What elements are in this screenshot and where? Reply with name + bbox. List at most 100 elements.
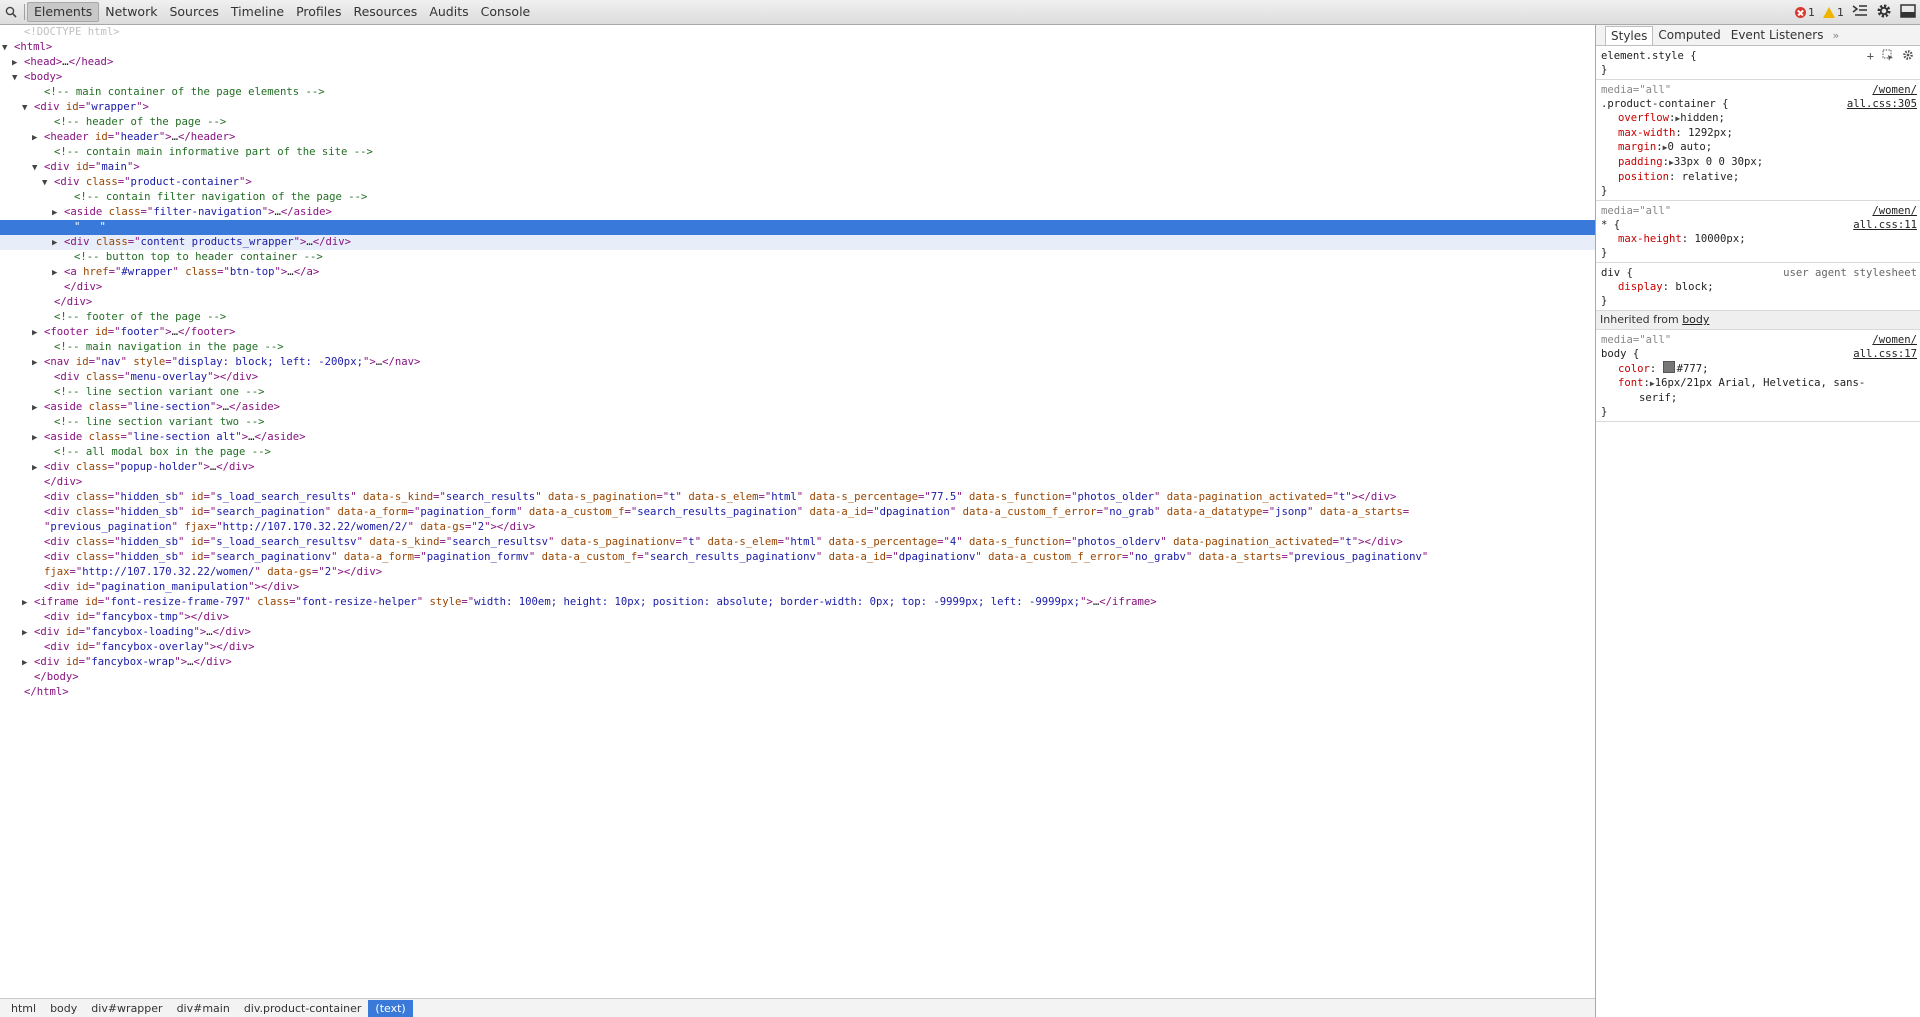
rule-source-file[interactable]: all.css:11 <box>1853 218 1917 232</box>
expand-arrow-icon[interactable]: ▶ <box>12 56 24 71</box>
dom-node[interactable]: </div> <box>0 295 1595 310</box>
collapse-arrow-icon[interactable]: ▼ <box>12 71 24 86</box>
tab-sources[interactable]: Sources <box>163 0 224 24</box>
search-icon[interactable] <box>0 0 22 24</box>
warning-counter[interactable]: 1 <box>1823 6 1844 19</box>
element-style-rule[interactable]: element.style { } + <box>1596 46 1920 80</box>
expand-arrow-icon[interactable]: ▶ <box>22 626 34 641</box>
tab-styles[interactable]: Styles <box>1605 25 1654 45</box>
css-rule[interactable]: media="all"/women/all.css:305 .product-co… <box>1596 80 1920 201</box>
dom-node[interactable]: <!-- header of the page --> <box>0 115 1595 130</box>
dom-node[interactable]: </div> <box>0 475 1595 490</box>
tab-profiles[interactable]: Profiles <box>290 0 347 24</box>
expand-arrow-icon[interactable]: ▶ <box>32 131 44 146</box>
collapse-arrow-icon[interactable]: ▼ <box>42 176 54 191</box>
dom-node[interactable]: <!-- footer of the page --> <box>0 310 1595 325</box>
dom-node[interactable]: ▶ <div id="fancybox-wrap">…</div> <box>0 655 1595 670</box>
expand-arrow-icon[interactable]: ▶ <box>32 356 44 371</box>
color-swatch[interactable] <box>1662 361 1675 373</box>
body-rule[interactable]: media="all" /women/ all.css:17 body { co… <box>1596 330 1920 422</box>
dom-node[interactable]: ▶ <head>…</head> <box>0 55 1595 70</box>
expand-arrow-icon[interactable]: ▶ <box>32 326 44 341</box>
tab-resources[interactable]: Resources <box>347 0 423 24</box>
css-property[interactable]: position: relative; <box>1601 170 1916 184</box>
dom-node[interactable]: ▼ <div class="product-container"> <box>0 175 1595 190</box>
expand-arrow-icon[interactable]: ▶ <box>52 266 64 281</box>
dom-node[interactable]: "previous_pagination" fjax="http://107.1… <box>0 520 1595 535</box>
breadcrumb-text[interactable]: (text) <box>368 999 413 1017</box>
dom-node-selected[interactable]: " " <box>0 220 1595 235</box>
dom-node[interactable]: <!-- line section variant one --> <box>0 385 1595 400</box>
expand-arrow-icon[interactable]: ▶ <box>32 401 44 416</box>
css-property[interactable]: color: #777; <box>1601 361 1916 376</box>
css-rule[interactable]: media="all"/women/all.css:11 * {max-heigh… <box>1596 201 1920 263</box>
rule-source-path[interactable]: /women/ <box>1872 83 1917 97</box>
dom-node[interactable]: <div id="fancybox-overlay"></div> <box>0 640 1595 655</box>
dom-node[interactable]: ▶ <header id="header">…</header> <box>0 130 1595 145</box>
toggle-state-icon[interactable] <box>1882 49 1894 64</box>
dom-node[interactable]: ▶ <iframe id="font-resize-frame-797" clas… <box>0 595 1595 610</box>
dom-node[interactable]: <!-- main container of the page elements… <box>0 85 1595 100</box>
inherited-link[interactable]: body <box>1682 313 1709 326</box>
gear-icon[interactable] <box>1876 3 1892 22</box>
expand-arrow-icon[interactable]: ▶ <box>22 596 34 611</box>
expand-arrow-icon[interactable]: ▶ <box>32 461 44 476</box>
dom-node[interactable]: <!-- contain main informative part of th… <box>0 145 1595 160</box>
expand-arrow-icon[interactable]: ▶ <box>52 236 64 251</box>
css-property[interactable]: font:▶16px/21px Arial, Helvetica, sans- <box>1601 376 1916 391</box>
dom-node[interactable]: </html> <box>0 685 1595 700</box>
dom-node[interactable]: fjax="http://107.170.32.22/women/" data-… <box>0 565 1595 580</box>
dom-node[interactable]: <!-- main navigation in the page --> <box>0 340 1595 355</box>
css-rule[interactable]: user agent stylesheet div {display: block… <box>1596 263 1920 311</box>
rule-source-file[interactable]: all.css:17 <box>1853 347 1917 361</box>
dom-node[interactable]: ▶ <div class="popup-holder">…</div> <box>0 460 1595 475</box>
collapse-arrow-icon[interactable]: ▼ <box>32 161 44 176</box>
dom-node[interactable]: ▶ <a href="#wrapper" class="btn-top">…</a… <box>0 265 1595 280</box>
expand-arrow-icon[interactable]: ▶ <box>52 206 64 221</box>
dom-node[interactable]: <div class="hidden_sb" id="search_pagina… <box>0 550 1595 565</box>
rule-source-path[interactable]: /women/ <box>1872 333 1917 347</box>
dom-node[interactable]: ▼ <body> <box>0 70 1595 85</box>
tab-console[interactable]: Console <box>475 0 537 24</box>
dom-node[interactable]: ▼ <div id="main"> <box>0 160 1595 175</box>
dom-tree[interactable]: <!DOCTYPE html> ▼ <html> ▶ <head>…</head> ▼ <b… <box>0 25 1595 998</box>
collapse-arrow-icon[interactable]: ▼ <box>2 41 14 56</box>
dom-node[interactable]: ▶ <footer id="footer">…</footer> <box>0 325 1595 340</box>
breadcrumb-html[interactable]: html <box>4 1000 43 1017</box>
breadcrumb-main[interactable]: div#main <box>170 1000 237 1017</box>
dom-node[interactable]: ▶ <aside class="filter-navigation">…</asi… <box>0 205 1595 220</box>
rule-source-file[interactable]: all.css:305 <box>1847 97 1917 111</box>
css-property[interactable]: margin:▶0 auto; <box>1601 140 1916 155</box>
dom-node[interactable]: ▼ <div id="wrapper"> <box>0 100 1595 115</box>
dom-node[interactable]: ▶ <div id="fancybox-loading">…</div> <box>0 625 1595 640</box>
dock-icon[interactable] <box>1900 3 1916 21</box>
dom-node[interactable]: <!-- button top to header container --> <box>0 250 1595 265</box>
tab-network[interactable]: Network <box>99 0 163 24</box>
dom-node[interactable]: <div class="hidden_sb" id="s_load_search… <box>0 490 1595 505</box>
dom-node[interactable]: <!DOCTYPE html> <box>0 25 1595 40</box>
css-property[interactable]: overflow:▶hidden; <box>1601 111 1916 126</box>
error-counter[interactable]: 1 <box>1795 6 1815 19</box>
breadcrumb-wrapper[interactable]: div#wrapper <box>84 1000 169 1017</box>
dom-node[interactable]: </body> <box>0 670 1595 685</box>
dom-node[interactable]: ▶ <aside class="line-section">…</aside> <box>0 400 1595 415</box>
collapse-arrow-icon[interactable]: ▼ <box>22 101 34 116</box>
console-drawer-icon[interactable] <box>1852 4 1868 21</box>
tab-event-listeners[interactable]: Event Listeners <box>1726 26 1829 44</box>
dom-node[interactable]: </div> <box>0 280 1595 295</box>
expand-arrow-icon[interactable]: ▶ <box>32 431 44 446</box>
dom-node[interactable]: <!-- contain filter navigation of the pa… <box>0 190 1595 205</box>
settings-icon[interactable] <box>1902 49 1914 64</box>
css-property[interactable]: display: block; <box>1601 280 1916 294</box>
dom-node[interactable]: <div class="hidden_sb" id="search_pagina… <box>0 505 1595 520</box>
more-tabs-icon[interactable]: » <box>1832 29 1839 42</box>
dom-node[interactable]: <div id="pagination_manipulation"></div> <box>0 580 1595 595</box>
css-property[interactable]: padding:▶33px 0 0 30px; <box>1601 155 1916 170</box>
dom-node[interactable]: <!-- all modal box in the page --> <box>0 445 1595 460</box>
dom-node[interactable]: ▶ <aside class="line-section alt">…</asid… <box>0 430 1595 445</box>
css-property[interactable]: max-height: 10000px; <box>1601 232 1916 246</box>
breadcrumb-product-container[interactable]: div.product-container <box>237 1000 369 1017</box>
breadcrumb-body[interactable]: body <box>43 1000 84 1017</box>
dom-node[interactable]: <div class="hidden_sb" id="s_load_search… <box>0 535 1595 550</box>
tab-elements[interactable]: Elements <box>27 2 100 22</box>
